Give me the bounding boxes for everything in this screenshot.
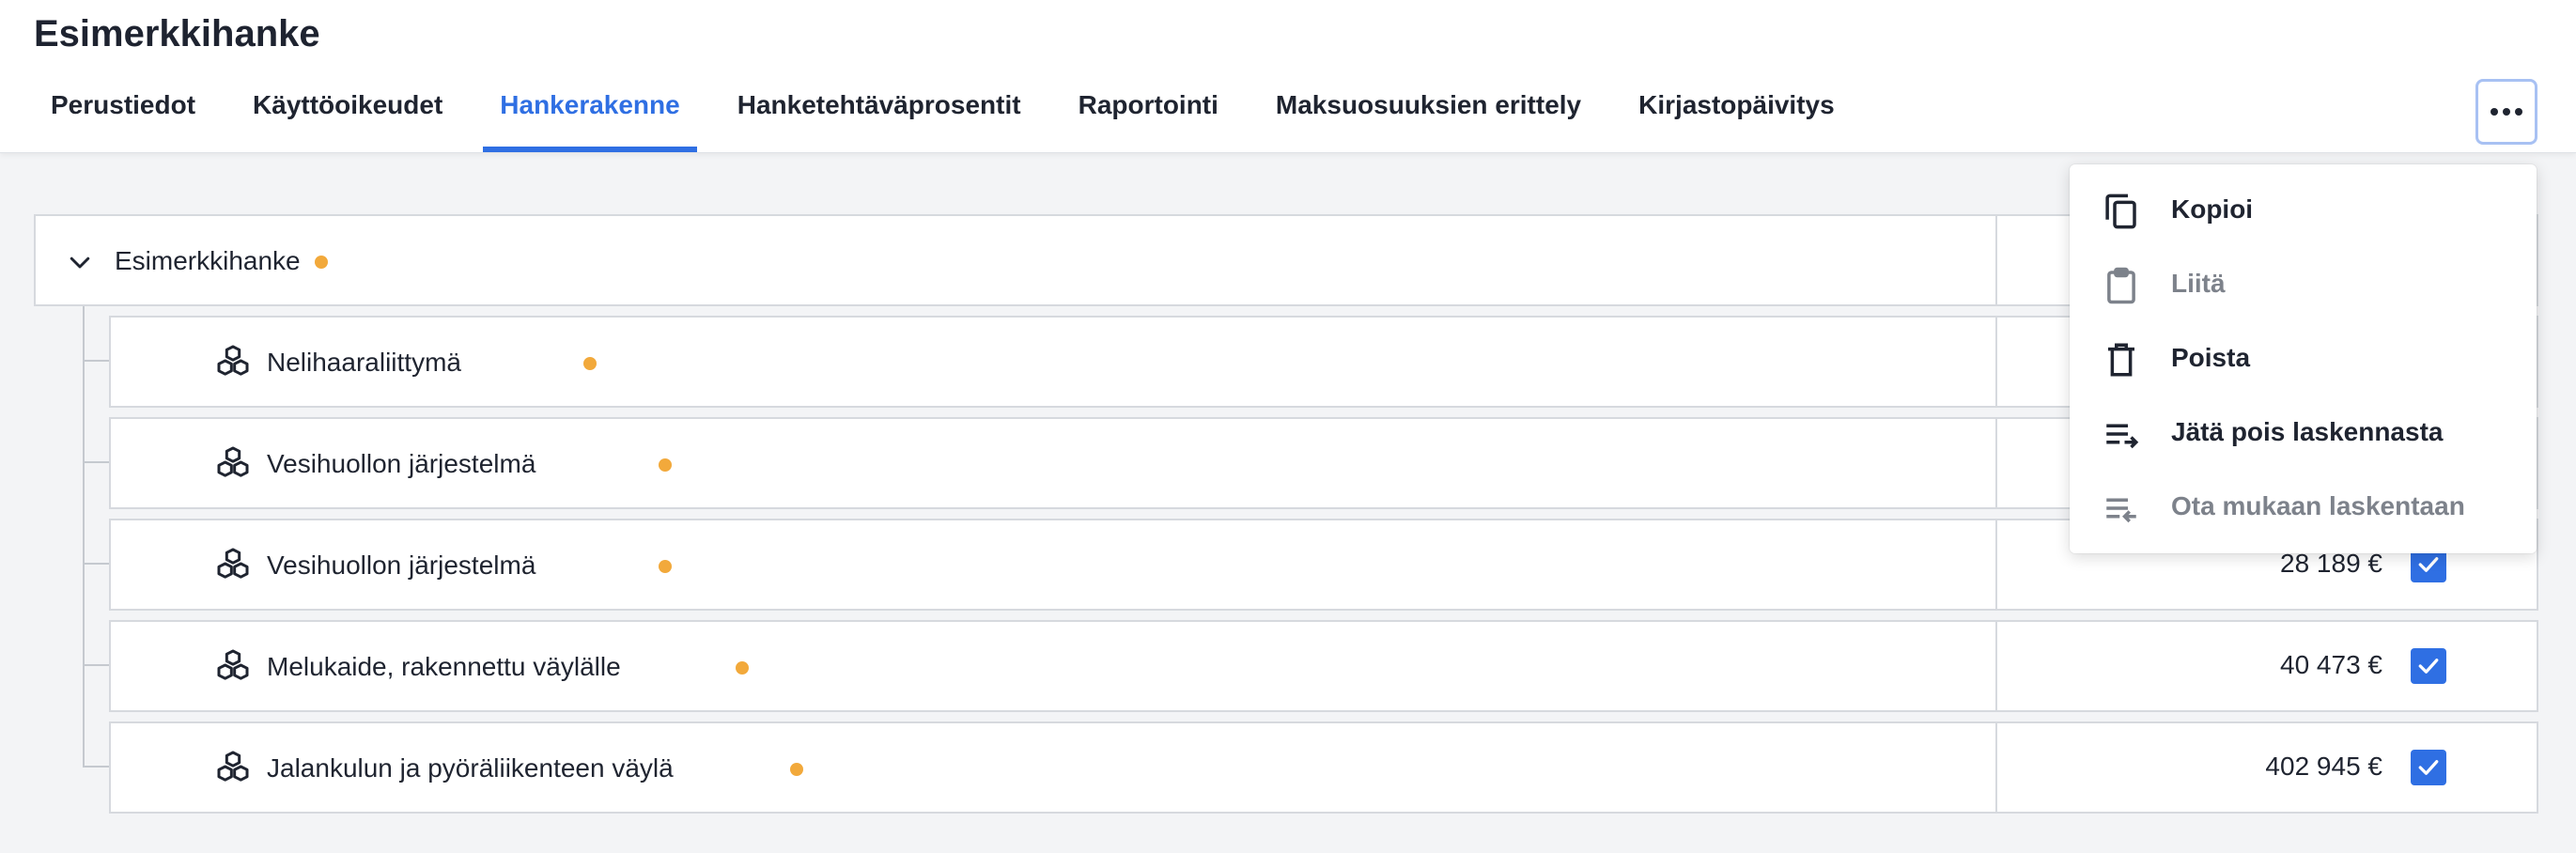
include-checkbox[interactable] <box>2411 648 2446 684</box>
column-divider <box>1995 419 1997 507</box>
menu-item-label: Ota mukaan laskentaan <box>2171 491 2465 520</box>
more-horizontal-icon <box>2491 108 2522 116</box>
tree-row-label: Vesihuollon järjestelmä <box>267 449 536 478</box>
column-divider <box>1995 216 1997 304</box>
copy-icon <box>2105 194 2136 229</box>
menu-item-paste[interactable]: Liitä <box>2070 248 2537 322</box>
tree-row-label: Vesihuollon järjestelmä <box>267 551 536 580</box>
checkmark-icon <box>2418 557 2439 572</box>
menu-item-label: Poista <box>2171 343 2251 372</box>
menu-item-label: Jätä pois laskennasta <box>2171 417 2444 446</box>
tab-hankerakenne[interactable]: Hankerakenne <box>483 86 698 152</box>
menu-item-include-in-calculation[interactable]: Ota mukaan laskentaan <box>2070 471 2537 545</box>
status-dot <box>736 661 749 675</box>
tab-hanketehtavaprosentit[interactable]: Hanketehtäväprosentit <box>721 86 1038 152</box>
cubes-icon <box>217 446 249 477</box>
tree-row[interactable]: Jalankulun ja pyöräliikenteen väylä 402 … <box>109 721 2538 814</box>
tree-connector <box>83 461 109 463</box>
tab-raportointi[interactable]: Raportointi <box>1062 86 1235 152</box>
status-dot <box>659 458 672 472</box>
tree-row-label: Nelihaaraliittymä <box>267 348 461 377</box>
tab-kirjastopaivitys[interactable]: Kirjastopäivitys <box>1622 86 1852 152</box>
tab-kayttooikeudet[interactable]: Käyttöoikeudet <box>236 86 459 152</box>
status-dot <box>315 256 328 269</box>
include-checkbox[interactable] <box>2411 750 2446 785</box>
tab-bar: Perustiedot Käyttöoikeudet Hankerakenne … <box>34 86 1875 152</box>
tree-row[interactable]: Melukaide, rakennettu väylälle 40 473 € <box>109 620 2538 712</box>
checkmark-icon <box>2418 760 2439 775</box>
trash-icon <box>2108 343 2134 377</box>
tree-row-label: Melukaide, rakennettu väylälle <box>267 652 621 681</box>
tree-connector <box>83 360 109 362</box>
row-amount: 402 945 € <box>2265 752 2382 781</box>
tree-connector <box>83 766 109 768</box>
menu-item-label: Kopioi <box>2171 194 2254 224</box>
column-divider <box>1995 723 1997 812</box>
checkmark-icon <box>2418 659 2439 674</box>
column-divider <box>1995 622 1997 710</box>
cubes-icon <box>217 649 249 680</box>
column-divider <box>1995 520 1997 609</box>
page-title: Esimerkkihanke <box>34 13 320 54</box>
tree-connector <box>83 664 109 666</box>
cubes-icon <box>217 548 249 579</box>
context-menu: Kopioi Liitä Poista Jätä pois laskennast… <box>2070 164 2537 553</box>
chevron-down-icon[interactable] <box>66 248 94 276</box>
tree-row-label: Jalankulun ja pyöräliikenteen väylä <box>267 753 674 783</box>
cubes-icon <box>217 345 249 376</box>
menu-item-exclude-from-calculation[interactable]: Jätä pois laskennasta <box>2070 396 2537 471</box>
status-dot <box>659 560 672 573</box>
tab-perustiedot[interactable]: Perustiedot <box>34 86 212 152</box>
tree-row-label: Esimerkkihanke <box>115 246 301 275</box>
tab-maksuosuuksien-erittely[interactable]: Maksuosuuksien erittely <box>1259 86 1598 152</box>
include-in-calculation-icon <box>2106 498 2136 523</box>
tree-connector-vertical <box>83 306 85 767</box>
status-dot <box>583 357 597 370</box>
menu-item-copy[interactable]: Kopioi <box>2070 174 2537 248</box>
header: Esimerkkihanke Perustiedot Käyttöoikeude… <box>0 0 2576 153</box>
exclude-from-calculation-icon <box>2106 424 2139 449</box>
column-divider <box>1995 318 1997 406</box>
tree-connector <box>83 563 109 565</box>
status-dot <box>790 763 803 776</box>
clipboard-icon <box>2107 267 2135 304</box>
row-amount: 40 473 € <box>2280 650 2382 679</box>
menu-item-delete[interactable]: Poista <box>2070 322 2537 396</box>
more-options-button[interactable] <box>2475 79 2537 145</box>
cubes-icon <box>217 751 249 782</box>
menu-item-label: Liitä <box>2171 269 2226 298</box>
